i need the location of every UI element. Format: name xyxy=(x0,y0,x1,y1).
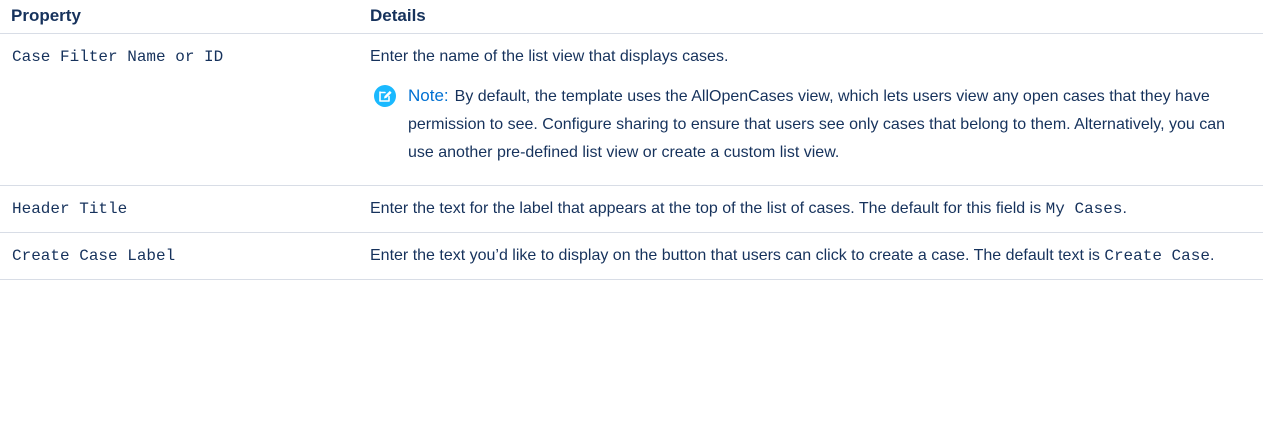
details-suffix: . xyxy=(1122,200,1127,217)
header-details: Details xyxy=(368,0,1263,34)
table-row: Header Title Enter the text for the labe… xyxy=(0,185,1263,233)
table-row: Create Case Label Enter the text you’d l… xyxy=(0,232,1263,280)
details-text: Enter the name of the list view that dis… xyxy=(370,48,729,65)
note-text: By default, the template uses the AllOpe… xyxy=(408,88,1226,161)
table-header: Property Details xyxy=(0,0,1263,34)
note-label: Note: xyxy=(408,86,449,105)
details-text: Enter the text you’d like to display on … xyxy=(370,247,1105,264)
edit-note-icon xyxy=(374,85,396,107)
property-details: Enter the name of the list view that dis… xyxy=(368,33,1263,186)
note-callout: Note: By default, the template uses the A… xyxy=(370,82,1253,167)
property-name: Create Case Label xyxy=(0,232,368,280)
property-name: Header Title xyxy=(0,185,368,233)
properties-table: Property Details Case Filter Name or ID … xyxy=(0,0,1263,280)
property-name: Case Filter Name or ID xyxy=(0,33,368,186)
default-value-code: My Cases xyxy=(1045,200,1123,218)
details-suffix: . xyxy=(1209,247,1215,264)
header-row: Property Details xyxy=(0,0,1263,34)
default-value-code: Create Case xyxy=(1104,247,1210,265)
details-text: Enter the text for the label that appear… xyxy=(370,200,1046,217)
property-details: Enter the text you’d like to display on … xyxy=(368,232,1263,280)
table-row: Case Filter Name or ID Enter the name of… xyxy=(0,33,1263,186)
property-details: Enter the text for the label that appear… xyxy=(368,185,1263,233)
header-property: Property xyxy=(0,0,368,34)
